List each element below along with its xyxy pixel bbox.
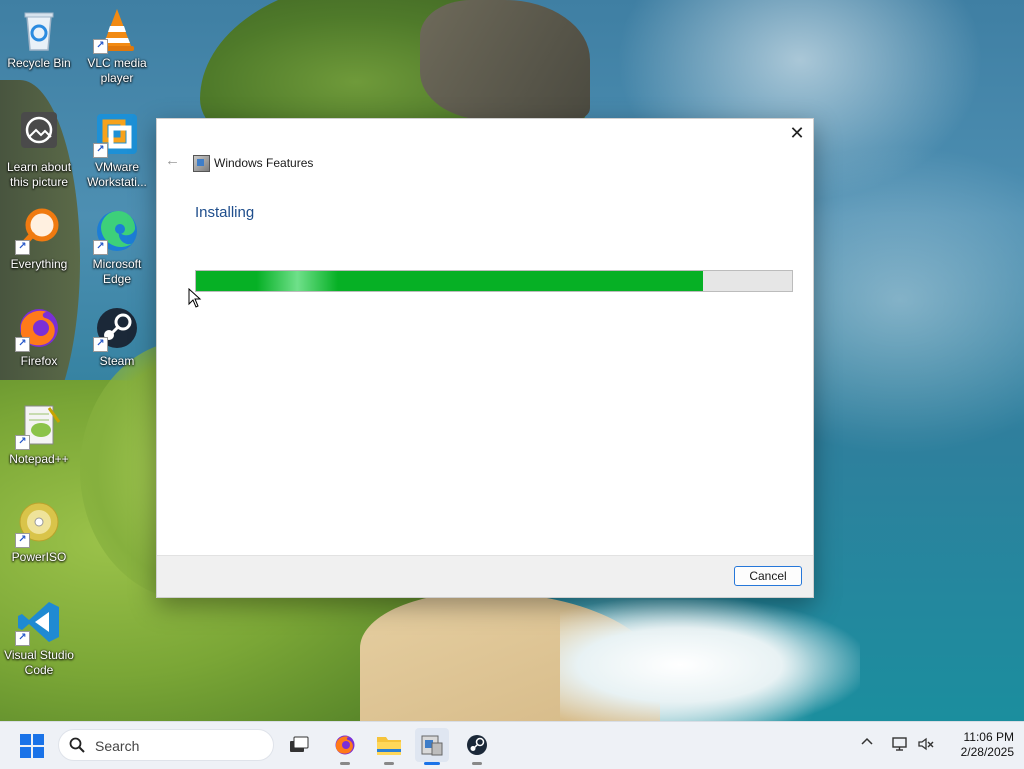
- desktop-icon-steam[interactable]: ↗ Steam: [78, 304, 156, 369]
- firefox-icon: ↗: [15, 304, 63, 352]
- progress-fill: [196, 271, 703, 291]
- desktop-icon-poweriso[interactable]: ↗ PowerISO: [0, 500, 78, 565]
- windows-features-dialog: ✕ ← Windows Features Installing Cancel: [156, 118, 814, 598]
- shortcut-arrow-icon: ↗: [93, 143, 108, 158]
- cancel-button[interactable]: Cancel: [734, 566, 802, 586]
- vmware-icon: ↗: [93, 110, 141, 158]
- running-indicator: [384, 762, 394, 765]
- taskbar: Search 11:06 PM 2/28/2025: [0, 721, 1024, 769]
- desktop-icon-recycle-bin[interactable]: Recycle Bin: [0, 6, 78, 71]
- everything-icon: ↗: [15, 207, 63, 255]
- taskbar-search-box[interactable]: Search: [58, 729, 274, 761]
- taskbar-windows-features[interactable]: [415, 728, 449, 765]
- desktop-icon-label: Visual Studio Code: [4, 648, 74, 677]
- shortcut-arrow-icon: ↗: [15, 435, 30, 450]
- desktop-icon-label: VLC media player: [87, 56, 147, 85]
- dialog-footer: Cancel: [157, 555, 813, 597]
- volume-muted-icon[interactable]: [917, 735, 935, 753]
- shortcut-arrow-icon: ↗: [93, 39, 108, 54]
- desktop-icon-label: Firefox: [20, 354, 58, 368]
- desktop-icon-label: Recycle Bin: [7, 56, 71, 70]
- recycle-bin-icon: [15, 6, 63, 54]
- shortcut-arrow-icon: ↗: [15, 631, 30, 646]
- desktop-icon-label: Microsoft Edge: [92, 257, 142, 286]
- vscode-icon: ↗: [15, 598, 63, 646]
- vlc-icon: ↗: [93, 6, 141, 54]
- desktop-icon-label: Notepad++: [9, 452, 69, 466]
- shortcut-arrow-icon: ↗: [15, 337, 30, 352]
- shortcut-arrow-icon: ↗: [15, 240, 30, 255]
- search-placeholder: Search: [95, 738, 140, 754]
- notepad-plus-plus-icon: ↗: [15, 402, 63, 450]
- desktop-icon-everything[interactable]: ↗ Everything: [0, 207, 78, 272]
- desktop-icon-vlc[interactable]: ↗ VLC media player: [78, 6, 156, 86]
- taskbar-steam[interactable]: [460, 728, 494, 765]
- taskbar-task-view[interactable]: [282, 728, 316, 762]
- taskbar-firefox[interactable]: [328, 728, 362, 765]
- desktop-icon-vmware[interactable]: ↗ VMware Workstati...: [78, 110, 156, 190]
- desktop-icon-firefox[interactable]: ↗ Firefox: [0, 304, 78, 369]
- close-icon: ✕: [789, 122, 805, 143]
- task-view-icon: [290, 736, 309, 752]
- firefox-icon: [335, 735, 355, 755]
- running-indicator: [340, 762, 350, 765]
- clock[interactable]: 11:06 PM 2/28/2025: [940, 730, 1014, 760]
- desktop-icon-label: Steam: [99, 354, 135, 368]
- poweriso-icon: ↗: [15, 500, 63, 548]
- clock-time: 11:06 PM: [963, 730, 1014, 744]
- start-button[interactable]: [20, 734, 44, 758]
- dialog-title: Windows Features: [214, 156, 314, 170]
- edge-icon: ↗: [93, 207, 141, 255]
- back-button[interactable]: ←: [165, 153, 181, 169]
- folder-icon: [377, 737, 401, 755]
- desktop-icon-label: PowerISO: [11, 550, 67, 564]
- active-indicator: [424, 762, 440, 765]
- close-button[interactable]: ✕: [781, 119, 813, 147]
- clock-date: 2/28/2025: [960, 745, 1014, 759]
- network-icon[interactable]: [891, 735, 909, 753]
- back-arrow-icon: ←: [165, 152, 180, 169]
- desktop-icon-label: Learn about this picture: [6, 160, 72, 189]
- windows-features-icon: [421, 735, 443, 756]
- running-indicator: [472, 762, 482, 765]
- windows-features-icon: [193, 155, 210, 172]
- install-progress-bar: [195, 270, 793, 292]
- desktop-icon-learn-picture[interactable]: Learn about this picture: [0, 110, 78, 190]
- desktop-icon-notepad-plus-plus[interactable]: ↗ Notepad++: [0, 402, 78, 467]
- steam-icon: ↗: [93, 304, 141, 352]
- desktop-icon-edge[interactable]: ↗ Microsoft Edge: [78, 207, 156, 287]
- learn-picture-icon: [15, 110, 63, 158]
- shortcut-arrow-icon: ↗: [15, 533, 30, 548]
- desktop-icon-label: Everything: [10, 257, 68, 271]
- tray-overflow-chevron-icon[interactable]: [860, 735, 876, 751]
- shortcut-arrow-icon: ↗: [93, 337, 108, 352]
- desktop-icon-label: VMware Workstati...: [87, 160, 147, 189]
- installing-heading: Installing: [195, 204, 255, 221]
- shortcut-arrow-icon: ↗: [93, 240, 108, 255]
- mouse-cursor-icon: [188, 287, 202, 308]
- search-icon: [69, 737, 85, 753]
- taskbar-file-explorer[interactable]: [372, 728, 406, 765]
- desktop-icon-vscode[interactable]: ↗ Visual Studio Code: [0, 598, 78, 678]
- steam-icon: [467, 735, 487, 755]
- windows-logo-icon: [20, 734, 31, 745]
